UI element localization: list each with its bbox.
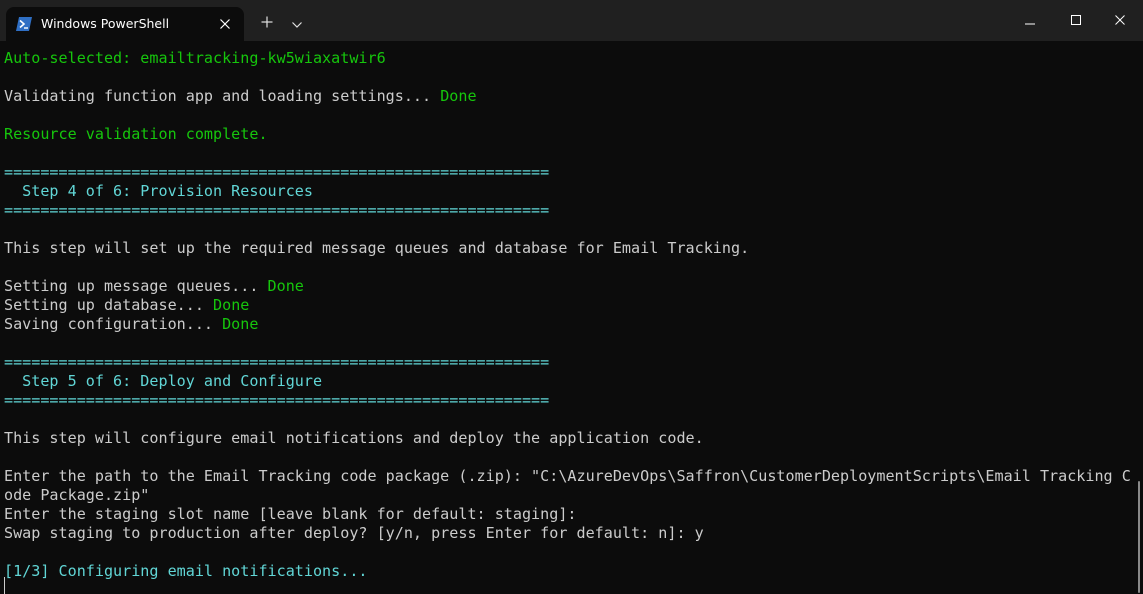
separator-line: ========================================… (4, 201, 550, 219)
staging-slot-prompt: Enter the staging slot name [leave blank… (4, 505, 577, 523)
tab-dropdown-button[interactable] (285, 12, 309, 36)
tab-title: Windows PowerShell (41, 16, 170, 31)
close-window-button[interactable] (1097, 0, 1143, 41)
validating-line: Validating function app and loading sett… (4, 87, 477, 106)
terminal-output[interactable]: Auto-selected: emailtracking-kw5wiaxatwi… (0, 41, 1143, 594)
queues-status: Done (267, 277, 304, 295)
powershell-icon (16, 17, 32, 31)
queues-text: Setting up message queues... (4, 277, 268, 295)
close-icon[interactable] (214, 13, 236, 35)
swap-staging-prompt: Swap staging to production after deploy?… (4, 524, 704, 542)
minimize-icon (1025, 12, 1035, 30)
configuration-text: Saving configuration... (4, 315, 223, 333)
maximize-icon (1071, 12, 1081, 30)
configuration-line: Saving configuration... Done (4, 315, 258, 334)
maximize-button[interactable] (1053, 0, 1099, 41)
separator-line: ========================================… (4, 391, 550, 409)
database-text: Setting up database... (4, 296, 214, 314)
step-4-heading: Step 4 of 6: Provision Resources (4, 182, 313, 200)
close-icon (1115, 12, 1125, 30)
validation-complete-line: Resource validation complete. (4, 125, 268, 143)
chevron-down-icon (292, 15, 302, 33)
powershell-window: Windows PowerShell Auto-selected: emailt… (0, 0, 1143, 594)
validating-status: Done (440, 87, 477, 105)
configuring-notifications-line: [1/3] Configuring email notifications... (4, 562, 368, 580)
title-bar: Windows PowerShell (0, 0, 1143, 41)
package-path-prompt-continued: ode Package.zip" (4, 486, 150, 504)
text-cursor (4, 577, 5, 594)
step-4-description: This step will set up the required messa… (4, 239, 750, 257)
configuration-status: Done (222, 315, 259, 333)
plus-icon (261, 15, 273, 33)
separator-line: ========================================… (4, 353, 550, 371)
database-status: Done (213, 296, 250, 314)
database-line: Setting up database... Done (4, 296, 249, 315)
tab-windows-powershell[interactable]: Windows PowerShell (6, 7, 244, 41)
separator-line: ========================================… (4, 163, 550, 181)
package-path-prompt: Enter the path to the Email Tracking cod… (4, 467, 1131, 485)
minimize-button[interactable] (1007, 0, 1053, 41)
scrollbar[interactable] (1138, 481, 1140, 593)
step-5-heading: Step 5 of 6: Deploy and Configure (4, 372, 323, 390)
queues-line: Setting up message queues... Done (4, 277, 304, 296)
auto-selected-line: Auto-selected: emailtracking-kw5wiaxatwi… (4, 49, 386, 67)
new-tab-button[interactable] (254, 12, 280, 36)
step-5-description: This step will configure email notificat… (4, 429, 704, 447)
validating-text: Validating function app and loading sett… (4, 87, 441, 105)
